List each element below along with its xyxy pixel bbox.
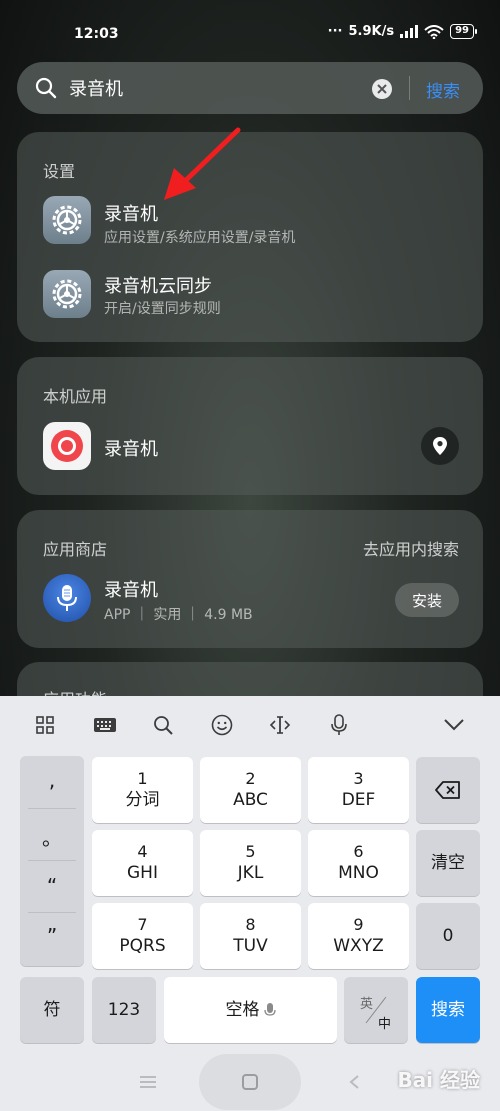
cursor-move-icon[interactable]: [269, 714, 291, 736]
clear-key[interactable]: 清空: [416, 830, 480, 896]
network-speed: 5.9K/s: [348, 24, 395, 39]
local-section-title: 本机应用: [43, 387, 108, 406]
key-5[interactable]: 5 JKL: [200, 830, 301, 896]
settings-item-subtitle: 开启/设置同步规则: [104, 301, 221, 317]
status-bar: 12:03 ··· 5.9K/s 99: [0, 0, 500, 64]
search-in-app-link[interactable]: 去应用内搜索: [363, 536, 459, 560]
store-app-title: 录音机: [104, 580, 158, 601]
search-bar[interactable]: [17, 62, 483, 114]
clear-input-icon[interactable]: [371, 78, 393, 100]
app-store-card: 应用商店 去应用内搜索 录音机 APP ｜ 实用 ｜ 4.9 MB 安装: [17, 510, 483, 648]
settings-gear-icon: [43, 270, 91, 318]
punct-period[interactable]: 。: [20, 822, 84, 851]
num123-key[interactable]: 123: [92, 977, 156, 1043]
local-app-title: 录音机: [104, 439, 158, 460]
location-pin-icon: [433, 437, 447, 455]
punctuation-column[interactable]: , 。 “ ”: [20, 756, 84, 966]
settings-section-title: 设置: [43, 162, 76, 181]
punct-comma[interactable]: ,: [20, 768, 84, 792]
search-input[interactable]: [69, 74, 369, 102]
search-button[interactable]: 搜索: [426, 77, 460, 102]
key-3[interactable]: 3 DEF: [308, 757, 409, 823]
back-icon[interactable]: [348, 1074, 360, 1090]
keyboard-layout-icon[interactable]: [92, 714, 118, 736]
install-button[interactable]: 安装: [395, 583, 459, 617]
search-divider: [409, 76, 410, 100]
settings-item-title: 录音机云同步: [104, 276, 212, 297]
settings-card: 设置 录音机 应用设置/系统应用设置/录音机 录音机云同步 开启/设置同步规则: [17, 132, 483, 342]
signal-icon: [400, 25, 419, 38]
more-dots-icon: ···: [327, 24, 343, 39]
search-icon: [35, 77, 57, 99]
key-1[interactable]: 1 分词: [92, 757, 193, 823]
voice-input-icon[interactable]: [328, 714, 350, 736]
key-0[interactable]: 0: [416, 903, 480, 969]
backspace-key[interactable]: [416, 757, 480, 823]
key-4[interactable]: 4 GHI: [92, 830, 193, 896]
backspace-icon: [435, 781, 460, 799]
keyboard-toolbar: [0, 696, 500, 754]
key-7[interactable]: 7 PQRS: [92, 903, 193, 969]
recorder-app-icon: [43, 422, 91, 470]
keyboard-search-key[interactable]: 搜索: [416, 977, 480, 1043]
status-time: 12:03: [74, 26, 119, 42]
battery-icon: 99: [450, 24, 477, 39]
symbol-key[interactable]: 符: [20, 977, 84, 1043]
mic-app-icon: [43, 574, 91, 622]
punct-close-quote[interactable]: ”: [20, 924, 84, 948]
space-mic-icon: [263, 1003, 276, 1016]
store-app-meta: APP ｜ 实用 ｜ 4.9 MB: [104, 607, 253, 623]
apps-grid-icon[interactable]: [34, 714, 56, 736]
punct-open-quote[interactable]: “: [20, 874, 84, 898]
space-key[interactable]: 空格: [164, 977, 337, 1043]
collapse-keyboard-icon[interactable]: [443, 714, 465, 736]
local-apps-card: 本机应用 录音机: [17, 357, 483, 495]
location-pin-button[interactable]: [421, 427, 459, 465]
language-switch-key[interactable]: 英 中: [344, 977, 408, 1043]
menu-icon[interactable]: [138, 1074, 158, 1090]
wifi-icon: [424, 24, 444, 39]
language-slash: [365, 996, 387, 1024]
emoji-icon[interactable]: [211, 714, 233, 736]
settings-gear-icon: [43, 196, 91, 244]
red-arrow-annotation: [164, 127, 241, 200]
key-9[interactable]: 9 WXYZ: [308, 903, 409, 969]
key-6[interactable]: 6 MNO: [308, 830, 409, 896]
status-right: ··· 5.9K/s 99: [327, 24, 477, 39]
key-2[interactable]: 2 ABC: [200, 757, 301, 823]
home-square-icon: [242, 1074, 258, 1090]
key-8[interactable]: 8 TUV: [200, 903, 301, 969]
watermark-text: Bai 经验: [397, 1068, 480, 1092]
settings-item-subtitle: 应用设置/系统应用设置/录音机: [104, 230, 296, 246]
store-section-title: 应用商店: [43, 540, 108, 559]
keyboard-search-icon[interactable]: [152, 714, 174, 736]
keyboard: , 。 “ ” 1 分词 2 ABC 3 DEF 4 GHI 5 JKL 6 MNO 清空 …: [0, 696, 500, 1111]
